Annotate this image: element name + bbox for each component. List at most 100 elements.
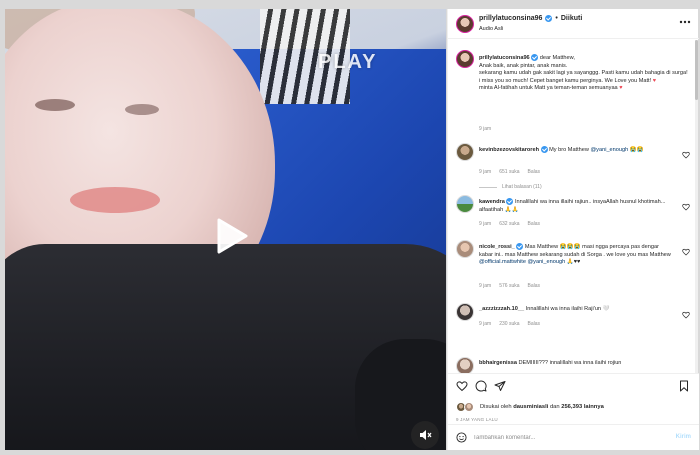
- audio-link[interactable]: Audio Asli: [479, 26, 503, 32]
- reel-video[interactable]: PLAY: [5, 9, 446, 450]
- replies-divider: [479, 186, 497, 188]
- comment-time: 9 jam: [479, 321, 492, 327]
- comment-text: kawendra Innalillahi wa inna illaihi raj…: [479, 198, 674, 214]
- more-horizontal-icon: [679, 20, 691, 24]
- red-heart-icon: ♥: [652, 77, 657, 84]
- verified-badge-icon: [540, 146, 548, 153]
- comment-username[interactable]: kevinbzezovskitaroreh: [479, 147, 539, 153]
- caption-username[interactable]: prillylatuconsina96: [479, 55, 530, 61]
- caption-text: prillylatuconsina96 dear Matthew, Anak b…: [479, 54, 689, 93]
- heart-icon[interactable]: [682, 151, 690, 159]
- likes-count[interactable]: 256,393: [561, 404, 582, 410]
- avatar[interactable]: [456, 143, 474, 161]
- comment-username[interactable]: _azzzizzzah.10__: [479, 306, 524, 312]
- verified-badge-icon: [516, 243, 524, 250]
- comment-username[interactable]: nicole_rossi_: [479, 244, 515, 250]
- liked-by-mid: dan: [548, 404, 562, 410]
- comment-username[interactable]: bbhairgenissa: [479, 360, 517, 366]
- comment-meta: 9 jam 576 suka Balas: [479, 283, 540, 289]
- screenshot-frame: PLAY prillylatuconsina96 • Diikuti Audio…: [0, 0, 700, 455]
- post-date[interactable]: 9 JAM YANG LALU: [456, 417, 498, 422]
- comment-likes-count[interactable]: 576 suka: [499, 283, 519, 289]
- reply-button[interactable]: Balas: [528, 283, 541, 289]
- heart-icon[interactable]: [682, 311, 690, 319]
- liked-by-text[interactable]: Disukai oleh dausminiasli dan 256,393 la…: [480, 404, 604, 410]
- caption-line-3: sekarang kamu udah gak sakit lagi ya say…: [479, 70, 688, 84]
- reply-button[interactable]: Balas: [528, 321, 541, 327]
- comment-likes-count[interactable]: 632 suka: [499, 221, 519, 227]
- avatar[interactable]: [456, 50, 474, 68]
- mention-link[interactable]: @yani_enough: [591, 147, 629, 153]
- heart-icon[interactable]: [456, 380, 468, 392]
- liked-by-prefix: Disukai oleh: [480, 404, 514, 410]
- caption-line-1: dear Matthew,: [539, 54, 575, 61]
- liked-by-suffix[interactable]: lainnya: [582, 404, 604, 410]
- video-eye-right: [125, 104, 159, 115]
- view-replies-button[interactable]: Lihat balasan (11): [479, 184, 542, 190]
- scrollbar-thumb[interactable]: [695, 40, 698, 100]
- mention-link[interactable]: @official.mattwhite @yani_enough: [479, 259, 565, 265]
- comment-body: Innalillahi wa inna ilaihi Raji'un 🤍: [525, 306, 610, 312]
- verified-badge-icon: [531, 54, 539, 61]
- post-side-panel: prillylatuconsina96 • Diikuti Audio Asli…: [447, 9, 699, 450]
- comment-likes-count[interactable]: 651 suka: [499, 169, 519, 175]
- comment-username[interactable]: kawendra: [479, 199, 505, 205]
- heart-icon[interactable]: [682, 248, 690, 256]
- more-options-button[interactable]: [679, 18, 691, 26]
- comment-text: nicole_rossi_ Mas Matthew 😭😭😭 masi ngga …: [479, 243, 674, 267]
- comment-emoji: 🙏♥♥: [565, 259, 581, 266]
- comment-icon[interactable]: [475, 380, 487, 392]
- following-button[interactable]: Diikuti: [561, 15, 582, 22]
- share-icon[interactable]: [494, 380, 506, 392]
- video-lips: [70, 187, 160, 213]
- avatar[interactable]: [456, 15, 474, 33]
- video-overlay-text: PLAY: [318, 51, 378, 73]
- verified-badge-icon: [506, 198, 514, 205]
- comment-text: kevinbzezovskitaroreh My bro Matthew @ya…: [479, 146, 674, 155]
- heart-icon[interactable]: [682, 203, 690, 211]
- liked-by-avatars: [456, 402, 476, 412]
- play-button[interactable]: [210, 214, 254, 258]
- comment-time: 9 jam: [479, 221, 492, 227]
- comment-input[interactable]: [473, 431, 663, 444]
- post-comment-button[interactable]: Kirim: [676, 434, 691, 440]
- caption-line-4: minta Al-fatihah untuk Matt ya teman-tem…: [479, 85, 618, 92]
- speaker-muted-icon: [420, 430, 432, 440]
- red-heart-icon: ♥: [619, 85, 623, 92]
- reply-button[interactable]: Balas: [528, 169, 541, 175]
- play-icon: [217, 218, 248, 254]
- post-header: prillylatuconsina96 • Diikuti Audio Asli: [448, 9, 699, 39]
- emoji-icon[interactable]: [456, 432, 467, 443]
- view-replies-label: Lihat balasan (11): [502, 184, 542, 190]
- header-username[interactable]: prillylatuconsina96: [479, 15, 542, 22]
- avatar[interactable]: [456, 195, 474, 213]
- comment-body: DEMIIIII??? innalillahi wa inna ilaihi r…: [518, 360, 622, 366]
- caption-line-2: Anak baik, anak pintar, anak manis.: [479, 62, 568, 69]
- comment-body: My bro Matthew: [549, 146, 591, 153]
- separator-dot: •: [555, 15, 558, 22]
- avatar: [464, 402, 474, 412]
- avatar[interactable]: [456, 240, 474, 258]
- add-comment-bar: Kirim: [448, 424, 699, 450]
- header-user-row: prillylatuconsina96 • Diikuti: [479, 15, 582, 22]
- mute-toggle-button[interactable]: [411, 421, 439, 449]
- comment-meta: 9 jam 651 suka Balas: [479, 169, 540, 175]
- reply-button[interactable]: Balas: [528, 221, 541, 227]
- verified-badge-icon: [545, 15, 553, 22]
- comment-time: 9 jam: [479, 169, 492, 175]
- video-eye-left: [35, 99, 75, 111]
- avatar[interactable]: [456, 357, 474, 373]
- liked-by-user[interactable]: dausminiasli: [513, 404, 548, 410]
- comment-emoji: 😭😭: [628, 146, 644, 153]
- comment-time: 9 jam: [479, 283, 492, 289]
- comment-text: bbhairgenissa DEMIIIII??? innalillahi wa…: [479, 360, 674, 368]
- comments-scrollbar[interactable]: [695, 40, 698, 373]
- bookmark-icon[interactable]: [678, 380, 690, 392]
- comment-likes-count[interactable]: 230 suka: [499, 321, 519, 327]
- caption-time: 9 jam: [479, 126, 492, 132]
- action-buttons-row: [456, 380, 691, 394]
- liked-by-row: Disukai oleh dausminiasli dan 256,393 la…: [456, 401, 604, 413]
- avatar[interactable]: [456, 303, 474, 321]
- comments-scroll-area[interactable]: prillylatuconsina96 dear Matthew, Anak b…: [448, 40, 699, 373]
- comment-meta: 9 jam 230 suka Balas: [479, 321, 540, 327]
